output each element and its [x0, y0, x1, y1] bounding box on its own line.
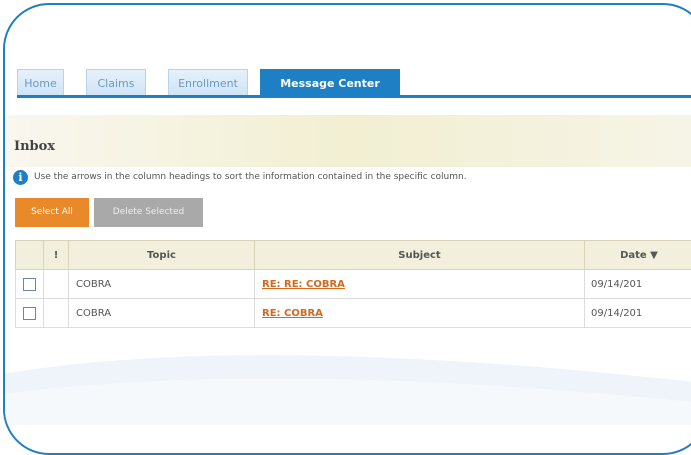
row-checkbox[interactable]	[23, 307, 36, 320]
row-select-cell	[16, 270, 44, 299]
inbox-table: ! Topic Subject Date ▼ COBRA RE: RE: COB…	[15, 240, 691, 328]
table-row: COBRA RE: RE: COBRA 09/14/201	[16, 270, 691, 299]
subject-cell: RE: RE: COBRA	[255, 270, 585, 299]
tab-message-center[interactable]: Message Center	[260, 69, 400, 96]
page-title: Inbox	[14, 139, 55, 154]
tab-enrollment[interactable]: Enrollment	[168, 69, 248, 96]
topic-cell: COBRA	[69, 270, 255, 299]
tab-underline	[17, 95, 691, 98]
table-header-row: ! Topic Subject Date ▼	[16, 241, 691, 270]
delete-selected-button[interactable]: Delete Selected	[94, 198, 203, 227]
inbox-banner	[3, 115, 691, 167]
header-flag[interactable]: !	[44, 241, 69, 270]
header-topic[interactable]: Topic	[69, 241, 255, 270]
tab-home[interactable]: Home	[17, 69, 64, 96]
subject-link[interactable]: RE: COBRA	[262, 308, 323, 319]
info-text: Use the arrows in the column headings to…	[34, 172, 467, 182]
subject-link[interactable]: RE: RE: COBRA	[262, 279, 345, 290]
flag-cell	[44, 270, 69, 299]
header-select	[16, 241, 44, 270]
date-cell: 09/14/201	[585, 270, 691, 299]
select-all-button[interactable]: Select All	[15, 198, 89, 227]
info-icon: i	[13, 170, 28, 185]
row-checkbox[interactable]	[23, 278, 36, 291]
rounded-frame: Home Claims Enrollment Message Center In…	[3, 3, 691, 455]
tab-claims[interactable]: Claims	[86, 69, 146, 96]
header-date[interactable]: Date ▼	[585, 241, 691, 270]
header-subject[interactable]: Subject	[255, 241, 585, 270]
decorative-swoosh	[3, 324, 691, 425]
